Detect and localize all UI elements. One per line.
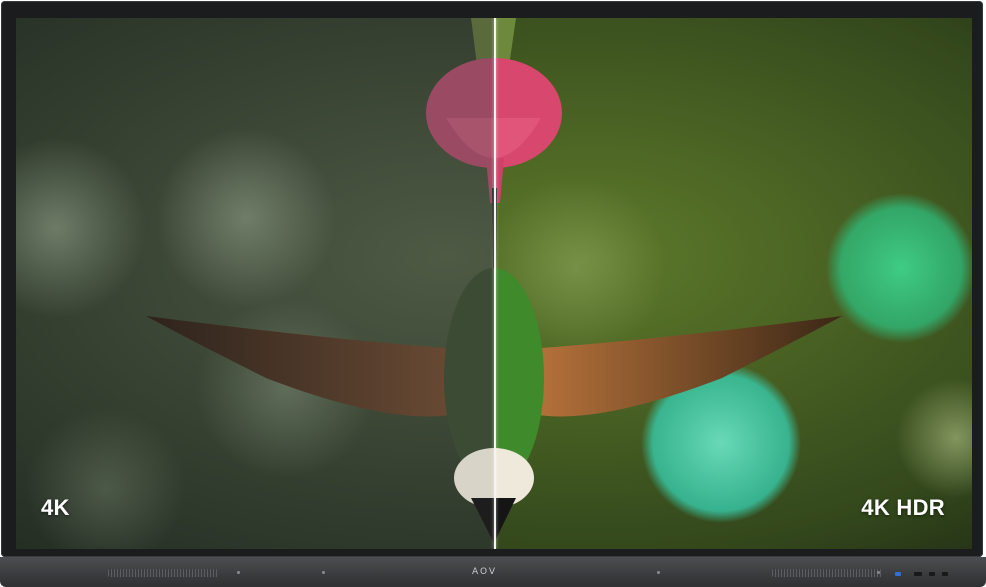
button-icon[interactable] (942, 572, 948, 576)
display-bezel: 4K 4K HDR (1, 1, 983, 557)
sensor-dot (877, 571, 880, 574)
hdmi-port-icon[interactable] (914, 572, 922, 576)
hummingbird-image-4k (16, 18, 495, 549)
interactive-display: 4K 4K HDR AOV (0, 0, 986, 587)
usb-port-icon[interactable] (929, 572, 935, 576)
screen: 4K 4K HDR (16, 18, 972, 549)
comparison-divider (494, 18, 496, 549)
sensor-dot (322, 571, 325, 574)
label-4k-hdr: 4K HDR (861, 495, 945, 520)
brand-logo: AOV (472, 567, 498, 577)
hummingbird-image-4k-hdr (495, 18, 972, 549)
sdr-half (16, 18, 495, 549)
usb-port-icon[interactable] (895, 572, 901, 576)
speaker-grille-left (108, 569, 218, 577)
display-base: AOV (0, 557, 986, 587)
speaker-grille-right (772, 569, 882, 577)
sensor-dot (657, 571, 660, 574)
sensor-dot (237, 571, 240, 574)
label-4k: 4K (41, 495, 70, 520)
hdr-half (495, 18, 972, 549)
